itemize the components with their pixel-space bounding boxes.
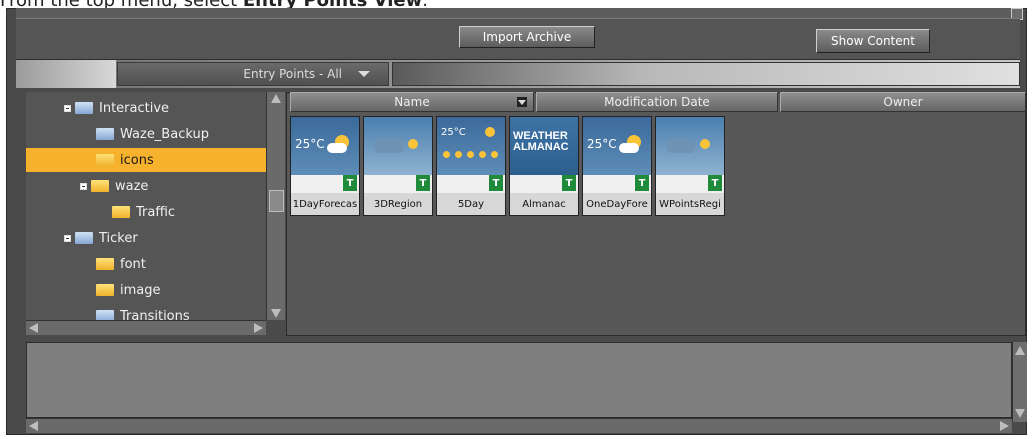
tree-item-image[interactable]: image (26, 278, 266, 302)
template-badge: T (343, 175, 357, 191)
scroll-right-icon[interactable] (254, 323, 263, 333)
tree-vertical-scrollbar[interactable] (266, 92, 285, 320)
scroll-down-icon[interactable] (271, 309, 281, 318)
thumbnail-label: 5Day (437, 193, 505, 215)
column-header-name-label: Name (394, 95, 430, 109)
column-header-modification-date-label: Modification Date (604, 95, 710, 109)
scroll-down-icon[interactable] (1015, 409, 1025, 418)
details-horizontal-scrollbar[interactable] (26, 418, 1012, 433)
details-vertical-scrollbar[interactable] (1012, 342, 1027, 422)
entry-points-dropdown[interactable]: Entry Points - All (117, 62, 389, 86)
template-badge: T (489, 175, 503, 191)
scene-thumbnail[interactable]: T WPointsRegi (655, 116, 725, 216)
scroll-up-icon[interactable] (271, 94, 281, 103)
filter-bar-right (392, 62, 1020, 86)
sort-dropdown-icon[interactable] (517, 97, 527, 107)
scrollbar-thumb[interactable] (269, 190, 284, 212)
tree-item-label: Interactive (99, 100, 170, 116)
thumbnail-title: WEATHER ALMANAC (513, 130, 569, 153)
cloud-icon (327, 143, 347, 153)
thumbnail-temp: 25°C (441, 127, 466, 138)
sun-icon (443, 151, 450, 158)
sun-icon (485, 127, 495, 137)
thumbnail-label: OneDayFore (583, 193, 651, 215)
thumbnail-label: Almanac (510, 193, 578, 215)
region-map-icon (666, 139, 696, 153)
scene-thumbnail[interactable]: WEATHER ALMANAC T Almanac (509, 116, 579, 216)
folder-tree: Interactive Waze_Backup icons waze Traff… (26, 92, 266, 322)
column-header-owner[interactable]: Owner (780, 92, 1026, 112)
sun-icon (491, 151, 498, 158)
scene-thumbnail[interactable]: 25°C T 5Day (436, 116, 506, 216)
folder-icon (75, 232, 93, 244)
collapse-icon[interactable] (80, 182, 87, 190)
tree-item-label: Ticker (99, 230, 138, 246)
instruction-caption: From the top menu, select Entry Points V… (0, 0, 428, 11)
show-content-button[interactable]: Show Content (816, 29, 930, 53)
scroll-up-icon[interactable] (1015, 346, 1025, 355)
collapse-icon[interactable] (64, 104, 71, 112)
sun-icon (700, 139, 710, 149)
tree-item-label: image (120, 282, 161, 298)
thumbnail-label: WPointsRegi (656, 193, 724, 215)
entry-points-label: Entry Points - All (243, 67, 342, 81)
column-header-owner-label: Owner (883, 95, 923, 109)
thumbnail-image (364, 117, 432, 175)
template-badge: T (635, 175, 649, 191)
cloud-icon (619, 143, 639, 153)
chevron-down-icon (358, 71, 370, 77)
thumbnail-image: 25°C (437, 117, 505, 175)
tree-item-label: Waze_Backup (120, 126, 209, 142)
region-map-icon (374, 139, 404, 153)
tree-item-label: font (120, 256, 146, 272)
tree-item-icons[interactable]: icons (26, 148, 266, 172)
thumbnail-image: 25°C (291, 117, 359, 175)
tree-item-traffic[interactable]: Traffic (26, 200, 266, 224)
import-archive-button[interactable]: Import Archive (459, 26, 595, 48)
tree-item-waze[interactable]: waze (26, 174, 266, 198)
folder-icon (96, 258, 114, 270)
tree-item-ticker[interactable]: Ticker (26, 226, 266, 250)
folder-icon (96, 128, 114, 140)
tree-item-label: Traffic (136, 204, 176, 220)
thumbnail-temp: 25°C (587, 137, 617, 151)
template-badge: T (416, 175, 430, 191)
sun-icon (455, 151, 462, 158)
details-panel (26, 342, 1012, 418)
scene-thumbnail[interactable]: 25°C T OneDayFore (582, 116, 652, 216)
tree-item-label: icons (120, 152, 154, 168)
thumbnail-image: WEATHER ALMANAC (510, 117, 578, 175)
thumbnail-label: 3DRegion (364, 193, 432, 215)
scroll-right-icon[interactable] (1000, 421, 1009, 431)
thumbnail-label: 1DayForecas (291, 193, 359, 215)
column-header-modification-date[interactable]: Modification Date (536, 92, 778, 112)
template-badge: T (562, 175, 576, 191)
tree-item-interactive[interactable]: Interactive (26, 96, 266, 120)
scroll-left-icon[interactable] (29, 421, 38, 431)
folder-icon (112, 206, 130, 218)
folder-icon (96, 284, 114, 296)
filter-bar-left (16, 60, 116, 88)
tree-item-label: waze (115, 178, 149, 194)
thumbnail-image (656, 117, 724, 175)
tree-item-font[interactable]: font (26, 252, 266, 276)
thumbnail-temp: 25°C (295, 137, 325, 151)
column-header-name[interactable]: Name (290, 92, 534, 112)
collapse-icon[interactable] (64, 234, 71, 242)
sun-icon (479, 151, 486, 158)
folder-icon (91, 180, 109, 192)
scene-thumbnail[interactable]: 25°C T 1DayForecas (290, 116, 360, 216)
tree-horizontal-scrollbar[interactable] (26, 320, 266, 335)
sun-icon (467, 151, 474, 158)
template-badge: T (708, 175, 722, 191)
folder-icon (96, 154, 114, 166)
scroll-left-icon[interactable] (29, 323, 38, 333)
thumbnail-image: 25°C (583, 117, 651, 175)
folder-icon (75, 102, 93, 114)
tree-item-waze-backup[interactable]: Waze_Backup (26, 122, 266, 146)
sun-icon (408, 139, 418, 149)
scene-thumbnail[interactable]: T 3DRegion (363, 116, 433, 216)
